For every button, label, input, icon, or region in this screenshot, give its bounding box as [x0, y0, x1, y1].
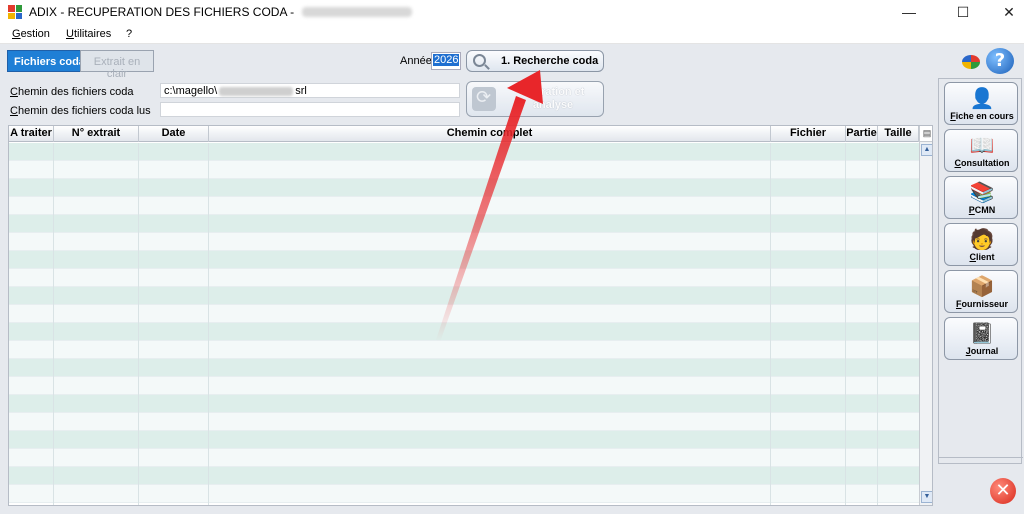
sidebar-separator [939, 457, 1023, 458]
journal-label: Journal [965, 346, 999, 356]
title-bar: ADIX - RECUPERATION DES FICHIERS CODA - … [0, 0, 1024, 24]
table-row[interactable] [9, 251, 919, 269]
app-logo-icon [8, 5, 22, 19]
table-row[interactable] [9, 467, 919, 485]
client-label: Client [969, 252, 995, 262]
col-no-extrait[interactable]: N° extrait [54, 126, 139, 142]
table-row[interactable] [9, 485, 919, 503]
table-row[interactable] [9, 233, 919, 251]
col-fichier[interactable]: Fichier [771, 126, 846, 142]
table-row[interactable] [9, 161, 919, 179]
table-row[interactable] [9, 179, 919, 197]
coda-files-grid[interactable]: A traiter N° extrait Date Chemin complet… [8, 125, 933, 506]
column-chooser-icon[interactable]: ▤ [920, 126, 932, 142]
user-card-icon: 👤 [969, 86, 995, 110]
menu-utilitaires[interactable]: Utilitaires [66, 28, 111, 40]
chemin-lus-field[interactable] [160, 102, 460, 117]
grid-scrollbar[interactable]: ▤ ▲ ▼ [919, 126, 932, 505]
annee-label: Année [400, 55, 432, 67]
table-row[interactable] [9, 197, 919, 215]
menu-bar: Gestion Utilitaires ? [0, 24, 1024, 44]
table-row[interactable] [9, 449, 919, 467]
palette-icon[interactable] [962, 55, 980, 69]
recuperation-analyse-label: upération et analyse [521, 86, 585, 111]
table-row[interactable] [9, 305, 919, 323]
menu-gestion[interactable]: Gestion [12, 28, 50, 40]
magnifier-icon [473, 54, 486, 67]
table-row[interactable] [9, 341, 919, 359]
chemin-redacted [219, 86, 294, 96]
pcmn-button[interactable]: 📚 PCMN [944, 176, 1018, 219]
exit-button[interactable]: ✕ [990, 478, 1016, 504]
journal-button[interactable]: 📓 Journal [944, 317, 1018, 360]
col-a-traiter[interactable]: A traiter [9, 126, 54, 142]
annee-value: 2026 [433, 54, 460, 66]
scroll-down-button[interactable]: ▼ [921, 491, 932, 503]
col-chemin-complet[interactable]: Chemin complet [209, 126, 771, 142]
table-row[interactable] [9, 359, 919, 377]
title-redacted [302, 7, 413, 17]
close-window-button[interactable]: ✕ [986, 0, 1024, 24]
main-content: Fichiers coda Extrait en clair Année 202… [0, 44, 1024, 514]
recuperation-analyse-button[interactable]: upération etanalyse [466, 81, 604, 117]
annee-input[interactable]: 2026 [431, 52, 461, 70]
window-title: ADIX - RECUPERATION DES FICHIERS CODA - [29, 5, 295, 19]
fiche-en-cours-button[interactable]: 👤 Fiche en cours [944, 82, 1018, 125]
grid-header: A traiter N° extrait Date Chemin complet… [9, 126, 919, 142]
table-row[interactable] [9, 323, 919, 341]
journal-icon: 📓 [969, 321, 995, 345]
maximize-button[interactable]: ☐ [940, 0, 986, 24]
pcmn-label: PCMN [968, 205, 996, 215]
minimize-button[interactable]: — [886, 0, 932, 24]
chemin-field[interactable]: c:\magello\ srl [160, 83, 460, 98]
client-button[interactable]: 🧑 Client [944, 223, 1018, 266]
open-book-icon: 📖 [969, 133, 995, 157]
tab-extrait-en-clair[interactable]: Extrait en clair [80, 50, 154, 80]
table-row[interactable] [9, 431, 919, 449]
table-row[interactable] [9, 143, 919, 161]
col-date[interactable]: Date [139, 126, 209, 142]
table-row[interactable] [9, 287, 919, 305]
table-row[interactable] [9, 377, 919, 395]
grid-body [9, 143, 919, 505]
consultation-button[interactable]: 📖 Consultation [944, 129, 1018, 172]
box-icon: 📦 [969, 274, 995, 298]
menu-help[interactable]: ? [126, 28, 132, 40]
consultation-label: Consultation [954, 158, 1010, 168]
client-icon: 🧑 [969, 227, 995, 251]
help-icon[interactable]: ? [986, 48, 1014, 74]
scroll-up-button[interactable]: ▲ [921, 144, 932, 156]
fiche-en-cours-label: Fiche en cours [950, 111, 1014, 121]
chemin-lus-label: Chemin des fichiers coda lus [10, 105, 151, 117]
sidebar: 👤 Fiche en cours 📖 Consultation 📚 PCMN 🧑… [938, 78, 1023, 464]
table-row[interactable] [9, 413, 919, 431]
refresh-icon [472, 87, 496, 111]
col-partie[interactable]: Partie [846, 126, 878, 142]
recherche-coda-label: 1. Recherche coda [501, 55, 599, 67]
fournisseur-button[interactable]: 📦 Fournisseur [944, 270, 1018, 313]
col-taille[interactable]: Taille [878, 126, 919, 142]
table-row[interactable] [9, 215, 919, 233]
chemin-label: Chemin des fichiers coda [10, 86, 134, 98]
top-right-icons: ? [962, 48, 1018, 74]
table-row[interactable] [9, 395, 919, 413]
book-icon: 📚 [969, 180, 995, 204]
fournisseur-label: Fournisseur [955, 299, 1008, 309]
table-row[interactable] [9, 269, 919, 287]
recherche-coda-button[interactable]: 1. Recherche coda [466, 50, 604, 72]
